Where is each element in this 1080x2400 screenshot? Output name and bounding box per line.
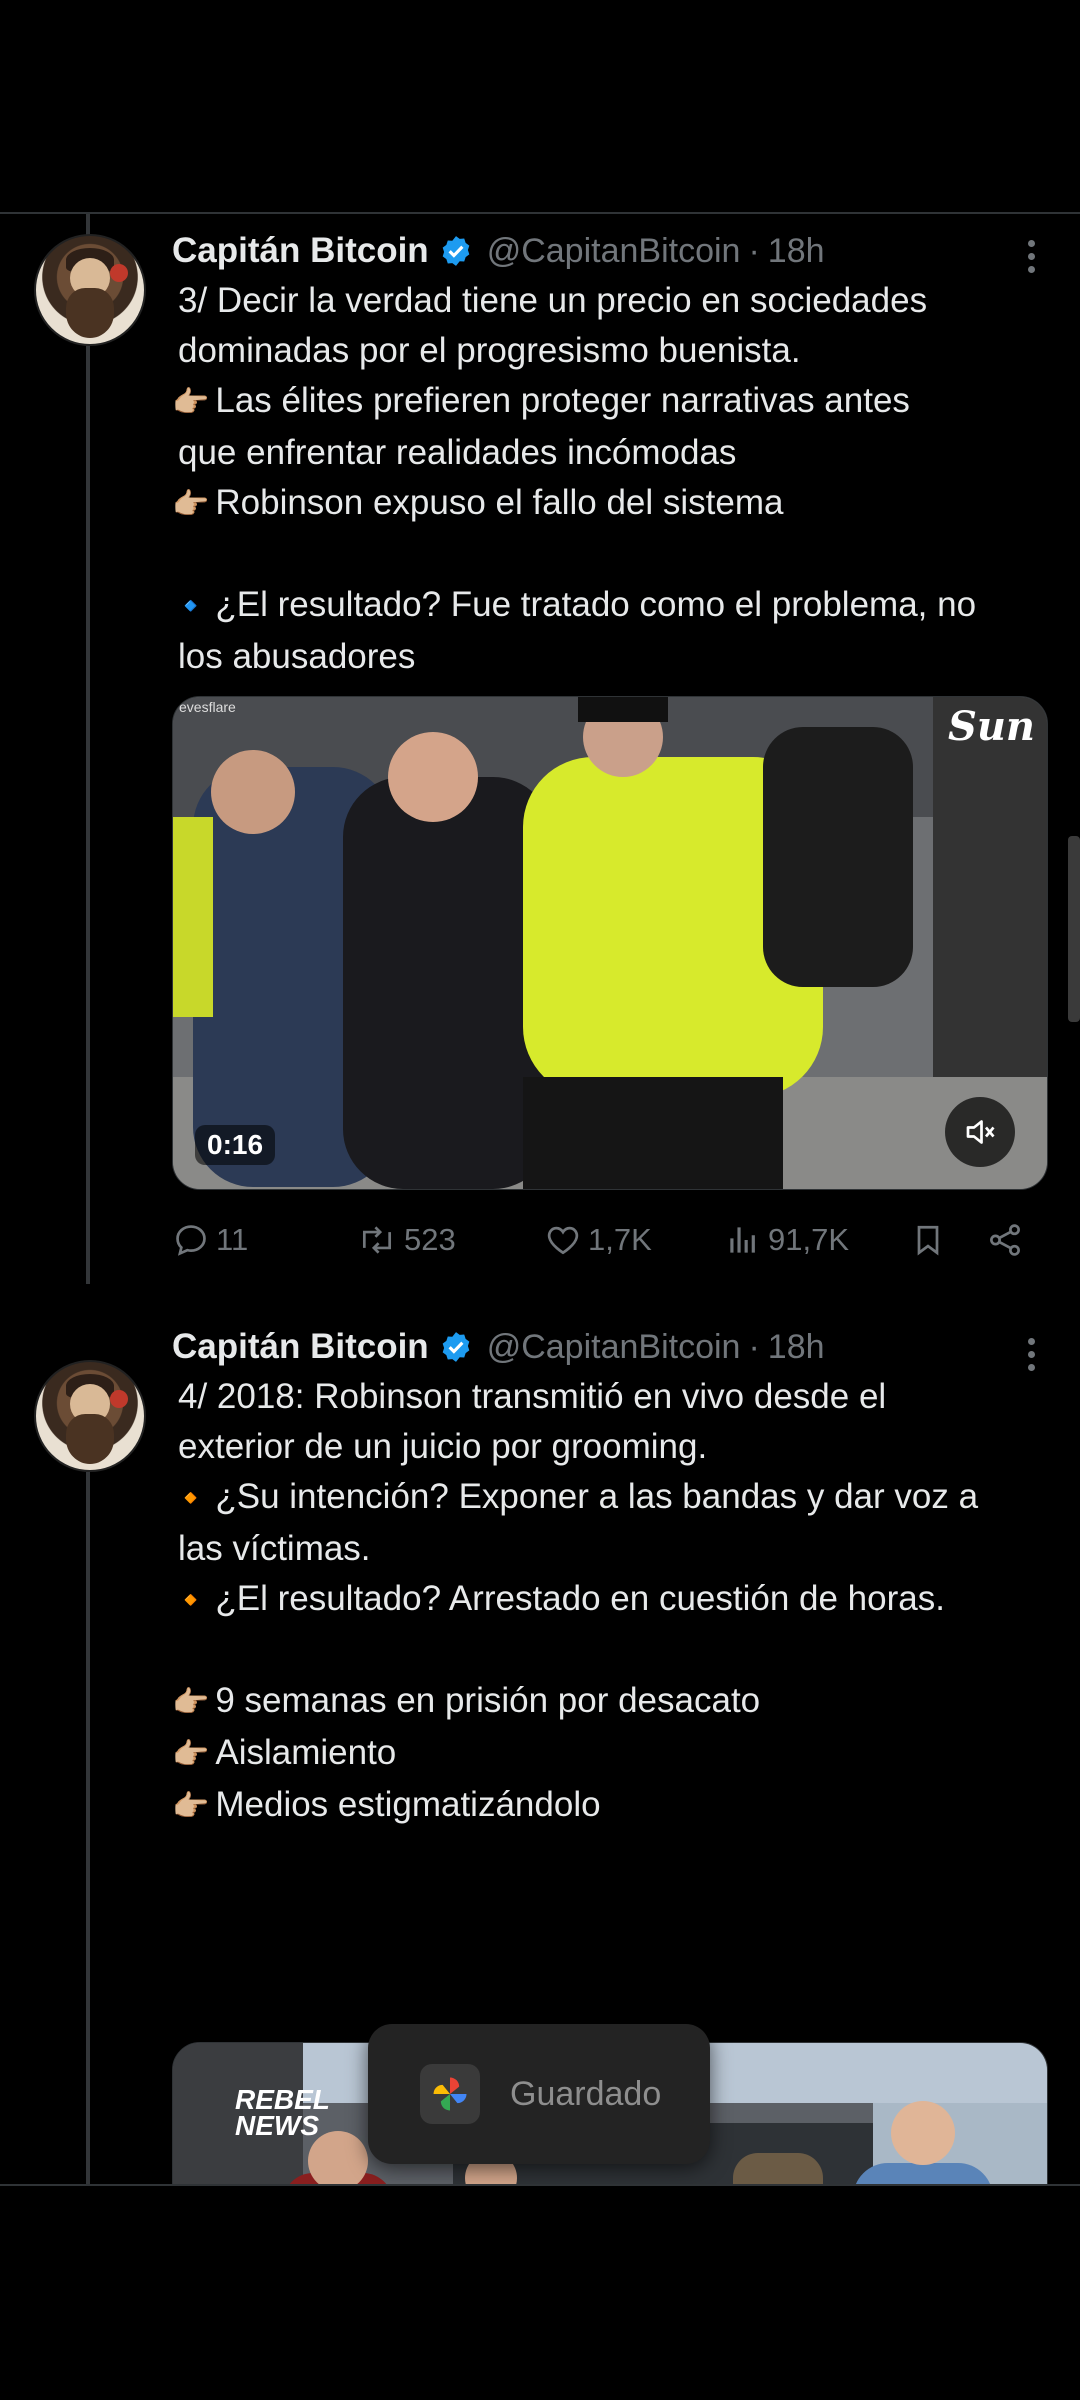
pointing-hand-emoji: 👉🏼 [172,386,210,419]
tweet-line: 👉🏼 9 semanas en prisión por desacato [172,1676,1052,1728]
heart-icon [547,1226,579,1255]
like-count: 1,7K [588,1222,652,1257]
google-photos-icon [420,2064,480,2124]
repost-icon [362,1226,392,1254]
view-count: 91,7K [768,1222,850,1257]
reply-count: 11 [216,1222,249,1257]
verified-badge-icon [442,1332,470,1362]
tweet-line: 👉🏼 Aislamiento [172,1728,1052,1780]
speaker-muted-icon [966,1120,995,1144]
tweet-line: exterior de un juicio por grooming. [178,1427,708,1466]
tweet-line: los abusadores [178,637,416,676]
views-button[interactable]: 91,7K [724,1210,849,1270]
avatar[interactable] [34,1360,146,1472]
share-button[interactable] [986,1210,1030,1270]
author-handle[interactable]: @CapitanBitcoin [487,1328,741,1367]
tweet-text: 4/ 2018: Robinson transmitió en vivo des… [172,1372,1052,1832]
more-options-icon[interactable] [1026,240,1036,273]
video-player[interactable]: Sun evesflare 0:16 [172,696,1048,1190]
orange-diamond-emoji: 🔸 [172,1482,210,1515]
rebel-news-logo: REBEL NEWS [235,2084,330,2141]
toast-message: Guardado [510,2074,662,2113]
tweet-line: 🔹 ¿El resultado? Fue tratado como el prob… [172,580,1052,632]
video-duration: 0:16 [195,1125,276,1165]
tweet-line: 👉🏼 Medios estigmatizándolo [172,1780,1052,1832]
repost-button[interactable]: 523 [356,1210,456,1270]
avatar[interactable] [34,234,146,346]
author-name[interactable]: Capitán Bitcoin [172,1327,429,1367]
share-icon [990,1224,1020,1256]
author-handle[interactable]: @CapitanBitcoin [487,232,741,271]
tweet-line: 👉🏼 Robinson expuso el fallo del sistema [172,478,1052,530]
reply-button[interactable]: 11 [172,1210,248,1270]
tweet-line: las víctimas. [178,1529,371,1568]
pointing-hand-emoji: 👉🏼 [172,488,210,521]
tweet-text: 3/ Decir la verdad tiene un precio en so… [172,276,1052,682]
pointing-hand-emoji: 👉🏼 [172,1738,210,1771]
author-name[interactable]: Capitán Bitcoin [172,231,429,271]
bookmark-icon [917,1225,939,1256]
video-frame [173,697,1047,1189]
scrollbar-thumb[interactable] [1068,836,1080,1022]
repost-count: 523 [404,1222,456,1257]
tweet-line: 🔸 ¿Su intención? Exponer a las bandas y d… [172,1472,1052,1524]
reply-icon [176,1225,206,1256]
tweet-header: Capitán Bitcoin @CapitanBitcoin · 18h [172,228,825,274]
tweet-line: 👉🏼 Las élites prefieren proteger narrativ… [172,376,1052,428]
tweet-line: 3/ Decir la verdad tiene un precio en so… [178,281,928,320]
tweet-timestamp[interactable]: 18h [768,1328,825,1367]
pointing-hand-emoji: 👉🏼 [172,1790,210,1823]
sun-logo: Sun [947,703,1035,750]
saved-toast: Guardado [368,2024,710,2164]
video-watermark: evesflare [179,699,236,715]
status-bar-area [0,0,1080,212]
blue-diamond-emoji: 🔹 [172,590,210,623]
timeline-feed[interactable]: Capitán Bitcoin @CapitanBitcoin · 18h 3/… [0,214,1080,2184]
more-options-icon[interactable] [1026,1338,1036,1371]
tweet-action-bar: 11 523 1,7K 91,7K [172,1210,1032,1270]
bottom-navigation-area [0,2186,1080,2400]
orange-diamond-emoji: 🔸 [172,1584,210,1617]
verified-badge-icon [442,236,470,266]
like-button[interactable]: 1,7K [544,1210,652,1270]
tweet-line: 🔸 ¿El resultado? Arrestado en cuestión de… [172,1574,1052,1626]
analytics-icon [730,1227,755,1253]
separator-dot: · [748,1327,760,1366]
pointing-hand-emoji: 👉🏼 [172,1686,210,1719]
mute-toggle-button[interactable] [945,1097,1015,1167]
tweet-line: dominadas por el progresismo buenista. [178,331,801,370]
bookmark-button[interactable] [910,1210,952,1270]
tweet-timestamp[interactable]: 18h [768,232,825,271]
tweet-line: que enfrentar realidades incómodas [178,433,737,472]
tweet-header: Capitán Bitcoin @CapitanBitcoin · 18h [172,1324,825,1370]
tweet[interactable]: Capitán Bitcoin @CapitanBitcoin · 18h 3/… [0,214,1080,1294]
tweet-line: 4/ 2018: Robinson transmitió en vivo des… [178,1377,887,1416]
separator-dot: · [748,231,760,270]
